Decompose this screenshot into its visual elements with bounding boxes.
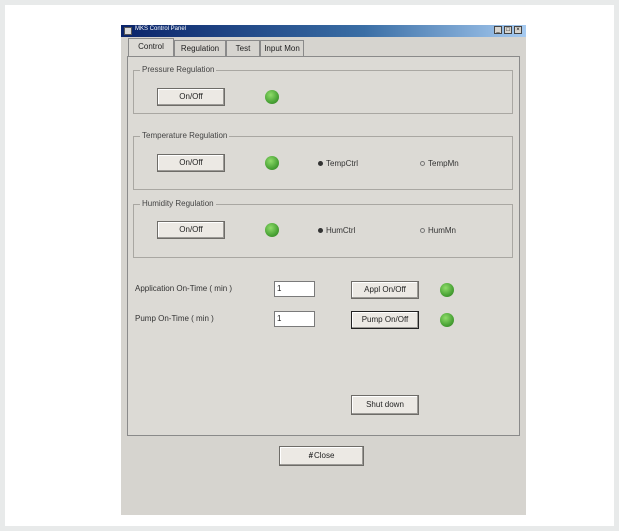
tab-input-mon[interactable]: Input Mon: [260, 40, 304, 56]
application-status-led: [440, 283, 454, 297]
title-bar: MKS Control Panel _ □ ×: [121, 25, 526, 37]
hum-mn-label: HumMn: [428, 226, 457, 235]
temperature-onoff-button[interactable]: On/Off: [157, 154, 225, 172]
humidity-regulation-label: Humidity Regulation: [140, 199, 216, 208]
pump-on-time-input[interactable]: 1: [274, 311, 315, 327]
pressure-regulation-group: Pressure Regulation On/Off: [133, 65, 513, 114]
temperature-regulation-group: Temperature Regulation On/Off TempCtrl T…: [133, 131, 513, 190]
app-icon: [124, 27, 132, 35]
pressure-regulation-label: Pressure Regulation: [140, 65, 217, 74]
radio-selected-dot: [318, 228, 323, 234]
tab-regulation[interactable]: Regulation: [174, 40, 226, 56]
window-title: MKS Control Panel: [135, 26, 187, 32]
temp-ctrl-label: TempCtrl: [326, 159, 359, 168]
hum-mn-radio[interactable]: HumMn: [420, 226, 456, 235]
appl-onoff-button[interactable]: Appl On/Off: [351, 281, 419, 299]
radio-unselected-dot: [420, 161, 425, 167]
humidity-regulation-group: Humidity Regulation On/Off HumCtrl HumMn: [133, 199, 513, 258]
pressure-status-led: [265, 90, 279, 104]
tab-test[interactable]: Test: [226, 40, 260, 56]
close-button[interactable]: #Close: [279, 446, 364, 466]
tab-control[interactable]: Control: [128, 38, 174, 56]
control-tab-panel: Pressure Regulation On/Off Temperature R…: [127, 56, 520, 436]
humidity-onoff-button[interactable]: On/Off: [157, 221, 225, 239]
radio-selected-dot: [318, 161, 323, 167]
radio-unselected-dot: [420, 228, 425, 234]
hum-ctrl-radio[interactable]: HumCtrl: [318, 226, 355, 235]
hum-ctrl-label: HumCtrl: [326, 226, 356, 235]
maximize-button[interactable]: □: [504, 26, 512, 34]
minimize-button[interactable]: _: [494, 26, 502, 34]
temp-mn-label: TempMn: [428, 159, 459, 168]
temperature-regulation-label: Temperature Regulation: [140, 131, 230, 140]
pump-onoff-button[interactable]: Pump On/Off: [351, 311, 419, 329]
close-window-button[interactable]: ×: [514, 26, 522, 34]
shut-down-button[interactable]: Shut down: [351, 395, 419, 415]
control-panel-window: MKS Control Panel _ □ × Control Regulati…: [121, 25, 526, 515]
pump-on-time-label: Pump On-Time ( min ): [135, 314, 214, 323]
temp-mn-radio[interactable]: TempMn: [420, 159, 459, 168]
temp-ctrl-radio[interactable]: TempCtrl: [318, 159, 358, 168]
close-button-label: Close: [314, 451, 335, 460]
pressure-onoff-button[interactable]: On/Off: [157, 88, 225, 106]
close-accelerator: #: [308, 451, 313, 460]
temperature-status-led: [265, 156, 279, 170]
application-on-time-input[interactable]: 1: [274, 281, 315, 297]
application-on-time-label: Application On-Time ( min ): [135, 284, 233, 293]
humidity-status-led: [265, 223, 279, 237]
pump-status-led: [440, 313, 454, 327]
